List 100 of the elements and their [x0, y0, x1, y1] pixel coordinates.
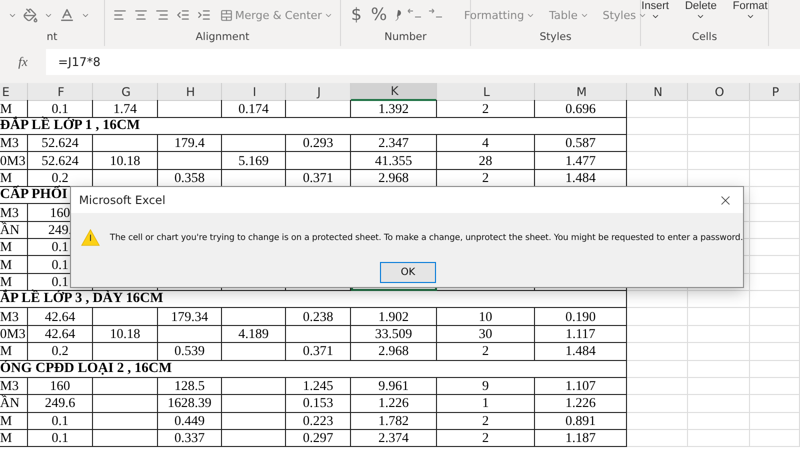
table-cell: 0.891: [535, 412, 627, 430]
table-cell: [286, 152, 351, 170]
table-cell: M: [0, 239, 28, 256]
table-cell: M3: [0, 204, 28, 222]
increase-indent-icon[interactable]: [197, 8, 211, 22]
column-header[interactable]: H: [158, 83, 222, 101]
table-cell: 33.509: [351, 326, 437, 344]
table-cell: 0.190: [535, 308, 627, 326]
table-cell: 1.245: [286, 378, 351, 396]
empty-cell: [688, 378, 750, 396]
table-cell: 0.153: [286, 395, 351, 413]
empty-cell: [750, 308, 800, 326]
group-label: nt: [46, 30, 58, 44]
table-cell: 28: [437, 152, 535, 170]
table-cell: 128.5: [158, 378, 222, 396]
empty-cell: [750, 378, 800, 396]
column-header[interactable]: J: [286, 83, 351, 101]
section-heading: ĐẮP LỀ LỚP 1 , 16CM: [0, 118, 627, 136]
align-right-icon[interactable]: [155, 8, 169, 22]
table-cell: [286, 326, 351, 344]
align-center-icon[interactable]: [134, 8, 148, 22]
table-cell: 41.355: [351, 152, 437, 170]
font-color-icon[interactable]: [59, 7, 75, 23]
table-cell: 9: [437, 378, 535, 396]
table-cell: 0.238: [286, 308, 351, 326]
empty-cell: [750, 135, 800, 152]
empty-cell: [688, 430, 750, 448]
column-header[interactable]: I: [222, 83, 286, 101]
empty-cell: [750, 412, 800, 430]
empty-cell: [750, 430, 800, 448]
table-cell: ẦN: [0, 395, 28, 413]
formula-field[interactable]: =J17*8: [46, 49, 800, 75]
ok-button[interactable]: OK: [380, 262, 436, 283]
table-cell: 0.2: [28, 343, 93, 360]
column-header[interactable]: N: [627, 83, 688, 101]
cells-button[interactable]: Delete: [678, 0, 723, 20]
table-cell: 0M3: [0, 326, 28, 344]
empty-cell: [627, 412, 688, 430]
table-cell: [222, 412, 286, 430]
empty-cell: [750, 326, 800, 344]
group-label: Number: [383, 30, 428, 44]
table-cell: 4.189: [222, 326, 286, 344]
column-header[interactable]: M: [535, 83, 627, 101]
table-cell: [93, 395, 158, 413]
column-header[interactable]: O: [688, 83, 750, 101]
percent-button[interactable]: %: [368, 5, 389, 25]
empty-cell: [750, 118, 800, 136]
column-header[interactable]: E: [0, 83, 28, 101]
empty-cell: [627, 343, 688, 360]
insert-function-label[interactable]: fx: [0, 54, 46, 70]
table-cell: 30: [437, 326, 535, 344]
table-cell: M: [0, 430, 28, 448]
column-header[interactable]: K: [351, 83, 437, 101]
column-header[interactable]: G: [93, 83, 158, 101]
table-cell: 1: [437, 395, 535, 413]
group-label: Styles: [538, 30, 572, 44]
table-cell: M: [0, 100, 28, 118]
table-cell: 0.1: [28, 412, 93, 430]
currency-button[interactable]: $: [349, 5, 364, 25]
dialog-message: The cell or chart you're trying to change is on a protected sheet. To make a change, unprotect the sheet. You might be requested to enter a password.: [110, 232, 743, 242]
empty-cell: [627, 291, 688, 308]
table-cell: [93, 430, 158, 448]
section-heading: ÓNG CPĐD LOẠI 2 , 16CM: [0, 360, 627, 378]
column-header[interactable]: L: [437, 83, 535, 101]
table-cell: 0.1: [28, 430, 93, 448]
decrease-indent-icon[interactable]: [176, 8, 190, 22]
table-cell: 1.782: [351, 412, 437, 430]
table-cell: M: [0, 412, 28, 430]
table-cell: 0.293: [286, 135, 351, 152]
comma-style-icon[interactable]: [394, 8, 402, 22]
table-cell: 1.117: [535, 326, 627, 344]
empty-cell: [750, 187, 800, 204]
table-cell: 160: [28, 378, 93, 396]
table-cell: [93, 412, 158, 430]
table-cell: [286, 100, 351, 118]
table-cell: [93, 343, 158, 360]
merge-cells-icon: [220, 8, 233, 22]
table-cell: 0.449: [158, 412, 222, 430]
table-cell: 4: [437, 135, 535, 152]
empty-cell: [688, 395, 750, 413]
table-cell: M: [0, 170, 28, 188]
table-cell: [93, 135, 158, 152]
empty-cell: [750, 100, 800, 118]
column-header[interactable]: P: [750, 83, 800, 101]
empty-cell: [750, 395, 800, 413]
table-cell: 0.696: [535, 100, 627, 118]
table-cell: [158, 100, 222, 118]
table-cell: 52.624: [28, 152, 93, 170]
table-cell: 0M3: [0, 152, 28, 170]
table-cell: 10: [437, 308, 535, 326]
empty-cell: [627, 430, 688, 448]
table-cell: [222, 395, 286, 413]
table-cell: M3: [0, 378, 28, 396]
align-left-icon[interactable]: [113, 8, 127, 22]
cells-button[interactable]: Format: [726, 0, 774, 20]
fill-color-icon[interactable]: [23, 8, 38, 22]
empty-cell: [750, 152, 800, 170]
column-header[interactable]: F: [28, 83, 93, 101]
dialog-title: Microsoft Excel: [79, 193, 166, 207]
table-cell: [222, 343, 286, 360]
